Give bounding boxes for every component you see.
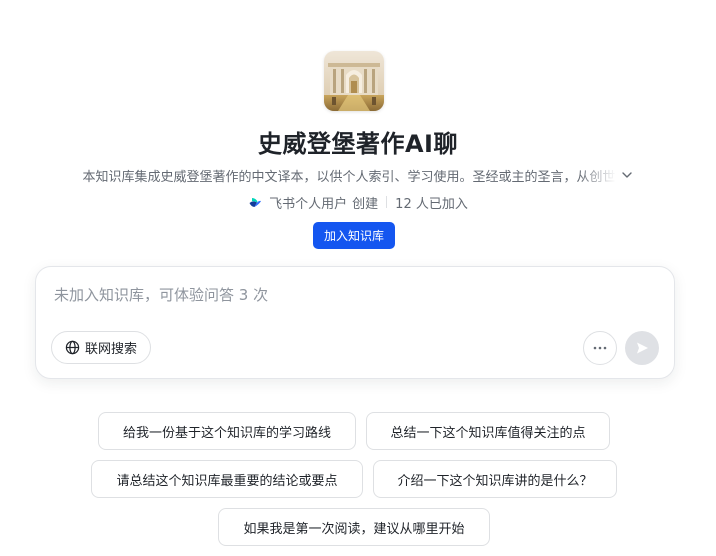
knowledge-base-description: 本知识库集成史威登堡著作的中文译本，以供个人索引、学习使用。圣经或主的圣言，从创… <box>82 169 616 185</box>
meta-divider <box>386 196 388 208</box>
send-button[interactable] <box>625 331 659 365</box>
knowledge-base-title: 史威登堡著作AI聊 <box>257 130 458 158</box>
knowledge-base-meta: 飞书个人用户 创建 12 人已加入 <box>0 192 716 212</box>
web-search-button[interactable]: 联网搜索 <box>51 331 151 364</box>
send-icon <box>637 342 648 354</box>
feishu-logo-icon <box>249 198 262 207</box>
chevron-down-icon[interactable] <box>620 168 634 182</box>
suggestion-chip[interactable]: 介绍一下这个知识库讲的是什么？ <box>373 460 617 498</box>
knowledge-base-page: 史威登堡著作AI聊 本知识库集成史威登堡著作的中文译本，以供个人索引、学习使用。… <box>0 0 716 556</box>
member-count: 12 人已加入 <box>395 196 468 212</box>
chat-input-box: 联网搜索 <box>35 266 675 379</box>
web-search-label: 联网搜索 <box>84 342 137 357</box>
globe-icon <box>65 340 80 355</box>
more-horizontal-icon <box>593 346 607 350</box>
knowledge-base-cover-image <box>324 51 384 111</box>
join-knowledge-base-button[interactable]: 加入知识库 <box>313 222 395 249</box>
chat-input[interactable] <box>54 283 654 307</box>
creator-name: 飞书个人用户 <box>269 196 348 212</box>
suggestion-chip[interactable]: 总结一下这个知识库值得关注的点 <box>366 412 610 450</box>
knowledge-base-description-row: 本知识库集成史威登堡著作的中文译本，以供个人索引、学习使用。圣经或主的圣言，从创… <box>58 165 658 185</box>
suggestion-chip[interactable]: 给我一份基于这个知识库的学习路线 <box>98 412 356 450</box>
suggestion-chip[interactable]: 请总结这个知识库最重要的结论或要点 <box>91 460 363 498</box>
suggestion-chip[interactable]: 如果我是第一次阅读，建议从哪里开始 <box>218 508 490 546</box>
more-options-button[interactable] <box>583 331 617 365</box>
created-label: 创建 <box>352 196 379 212</box>
